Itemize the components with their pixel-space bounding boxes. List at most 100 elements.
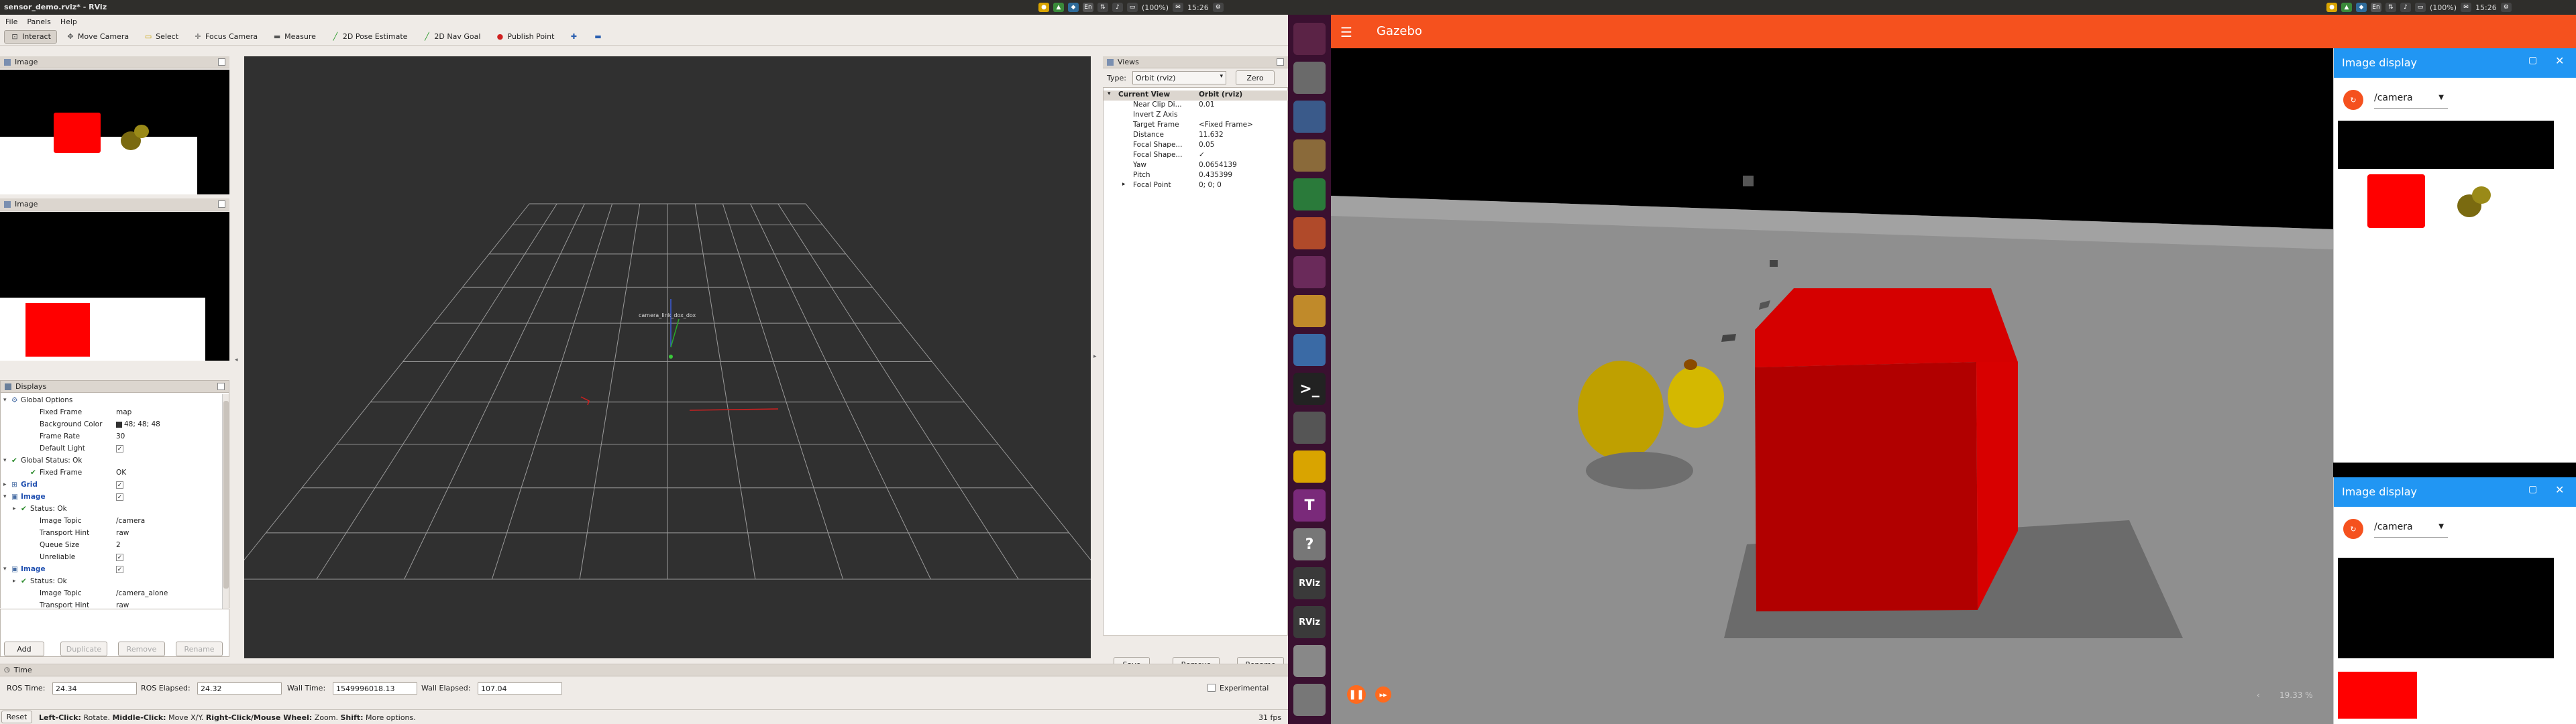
chrome-tray-icon[interactable]: ● [1038,3,1049,12]
enable-checkbox[interactable]: ✓ [116,481,123,489]
views-row-value[interactable]: 0.0654139 [1199,161,1237,169]
display-row[interactable]: ▾ ✔ Global Status: Ok [1,455,222,467]
files-drive-icon[interactable] [1293,62,1326,94]
terminal-icon[interactable]: >_ [1293,373,1326,405]
topic-select-2[interactable]: /camera ▼ [2374,522,2448,538]
expanded-arrow-icon[interactable]: ▾ [3,493,7,500]
views-row-value[interactable]: ✓ [1199,151,1205,159]
tool-move-camera[interactable]: ✥ Move Camera [60,30,135,44]
menu-panels[interactable]: Panels [27,17,50,26]
scroll-thumb[interactable] [223,401,229,589]
display-row-value[interactable]: /camera [116,517,145,525]
tool-add[interactable]: ✚ [563,30,584,44]
close-icon-2[interactable]: ✕ [2555,483,2564,496]
chrome-tray-icon-2[interactable]: ● [2326,3,2337,12]
gazebo-scene[interactable]: ❚❚ ▸▸ ‹ 19.33 % [1331,48,2333,724]
rviz-icon[interactable]: RViz [1293,567,1326,599]
display-row[interactable]: ▾ ▣ Image ✓ [1,491,222,503]
views-row[interactable]: Invert Z Axis [1104,111,1289,121]
collapsed-arrow-icon[interactable]: ▸ [3,481,7,488]
display-row[interactable]: ▸ ✔ Status: Ok [1,503,222,515]
maximize-icon-2[interactable]: ▢ [2528,484,2537,495]
views-row[interactable]: Yaw 0.0654139 [1104,161,1289,171]
presentation-icon[interactable] [1293,217,1326,249]
tool-publish-point[interactable]: ● Publish Point [489,30,560,44]
enable-checkbox[interactable]: ✓ [116,493,123,501]
display-row-value[interactable]: OK [116,469,126,477]
battery-tray-icon[interactable]: ▭ [1127,3,1138,12]
collapsed-arrow-icon[interactable]: ▸ [13,505,16,512]
image-panel-2-close-icon[interactable] [218,200,225,208]
tool-measure[interactable]: ▬ Measure [266,30,322,44]
display-row[interactable]: Frame Rate 30 [1,430,222,442]
maximize-icon[interactable]: ▢ [2528,55,2537,66]
color-swatch[interactable] [116,421,122,428]
duplicate-display-button[interactable]: Duplicate [60,642,107,656]
displays-scrollbar[interactable] [222,394,229,609]
views-row[interactable]: Pitch 0.435399 [1104,171,1289,181]
reset-button[interactable]: Reset [1,711,32,723]
tool-2d-nav-goal[interactable]: ╱ 2D Nav Goal [416,30,486,44]
views-row[interactable]: Near Clip Di... 0.01 [1104,101,1289,111]
display-row[interactable]: Image Topic/camera [1,515,222,527]
experimental-checkbox[interactable] [1208,684,1216,692]
enable-checkbox[interactable]: ✓ [116,444,123,452]
collapse-right-icon[interactable]: ▸ [1093,353,1099,361]
zoom-chevron-icon[interactable]: ‹ [2257,690,2260,700]
keyboard-tray-icon-2[interactable]: En [2371,3,2381,12]
help-icon[interactable]: ? [1293,528,1326,560]
enable-checkbox[interactable]: ✓ [116,565,123,573]
views-row[interactable]: Target Frame <Fixed Frame> [1104,121,1289,131]
views-tree[interactable]: Current View ▾ Orbit (rviz) Near Clip Di...… [1103,87,1289,636]
mail-tray-icon[interactable]: ✉ [1173,3,1184,12]
display-row[interactable]: Background Color 48; 48; 48 [1,418,222,430]
remove-display-button[interactable]: Remove [118,642,165,656]
volume-tray-icon-2[interactable]: ♪ [2400,3,2411,12]
drive-icon[interactable] [1293,645,1326,677]
display-row[interactable]: Transport Hint raw [1,599,222,609]
views-row-value[interactable]: 0.01 [1199,101,1214,109]
views-type-select[interactable]: Orbit (rviz) ▾ [1132,71,1226,84]
tool-remove[interactable]: ▬ [587,30,608,44]
views-row-value[interactable]: <Fixed Frame> [1199,121,1253,129]
displays-tree[interactable]: ▾ ⚙ Global Options Fixed Frame map Background… [1,394,222,609]
display-row-value[interactable]: map [116,408,131,416]
display-row[interactable]: Image Topic/camera_alone [1,587,222,599]
hamburger-menu-icon[interactable]: ☰ [1340,24,1352,40]
display-row[interactable]: Queue Size 2 [1,539,222,551]
display-row[interactable]: Unreliable ✓ [1,551,222,563]
rename-display-button[interactable]: Rename [176,642,223,656]
battery-tray-icon-2[interactable]: ▭ [2415,3,2426,12]
views-row-value[interactable]: 0; 0; 0 [1199,181,1222,189]
ubuntu-dash-icon[interactable] [1293,23,1326,55]
views-row-value[interactable]: Orbit (rviz) [1199,90,1242,99]
display-row[interactable]: Transport Hint raw [1,527,222,539]
add-display-button[interactable]: Add [4,642,44,656]
browser-icon[interactable] [1293,334,1326,366]
ros-elapsed-field[interactable]: 24.32 [197,682,282,695]
display-row[interactable]: ▸ ✔ Status: Ok [1,575,222,587]
menu-file[interactable]: File [5,17,17,26]
display-row-value[interactable]: 48; 48; 48 [124,420,160,428]
menu-help[interactable]: Help [60,17,77,26]
network-tray-icon-2[interactable]: ⇅ [2385,3,2396,12]
display-row[interactable]: ▾ ⚙ Global Options [1,394,222,406]
clock[interactable]: 15:26 [1187,3,1209,12]
collapsed-arrow-icon[interactable]: ▸ [13,578,16,585]
dropbox-tray-icon[interactable]: ◆ [1068,3,1079,12]
views-row[interactable]: Current View ▾ Orbit (rviz) [1104,90,1289,101]
tool-focus-camera[interactable]: ✛ Focus Camera [187,30,264,44]
nvidia-tray-icon-2[interactable]: ▲ [2341,3,2352,12]
wall-elapsed-field[interactable]: 107.04 [478,682,562,695]
views-row[interactable]: Focal Shape... ✓ [1104,151,1289,161]
views-row-value[interactable]: 0.05 [1199,141,1214,149]
wall-time-field[interactable]: 1549996018.13 [333,682,417,695]
dropbox-tray-icon-2[interactable]: ◆ [2356,3,2367,12]
mail-tray-icon-2[interactable]: ✉ [2461,3,2472,12]
display-row-value[interactable]: 30 [116,432,125,440]
display-row-value[interactable]: /camera_alone [116,589,168,597]
trash-icon[interactable] [1293,684,1326,716]
network-tray-icon[interactable]: ⇅ [1097,3,1108,12]
display-row[interactable]: ▾ ▣ Image ✓ [1,563,222,575]
views-row[interactable]: Distance 11.632 [1104,131,1289,141]
